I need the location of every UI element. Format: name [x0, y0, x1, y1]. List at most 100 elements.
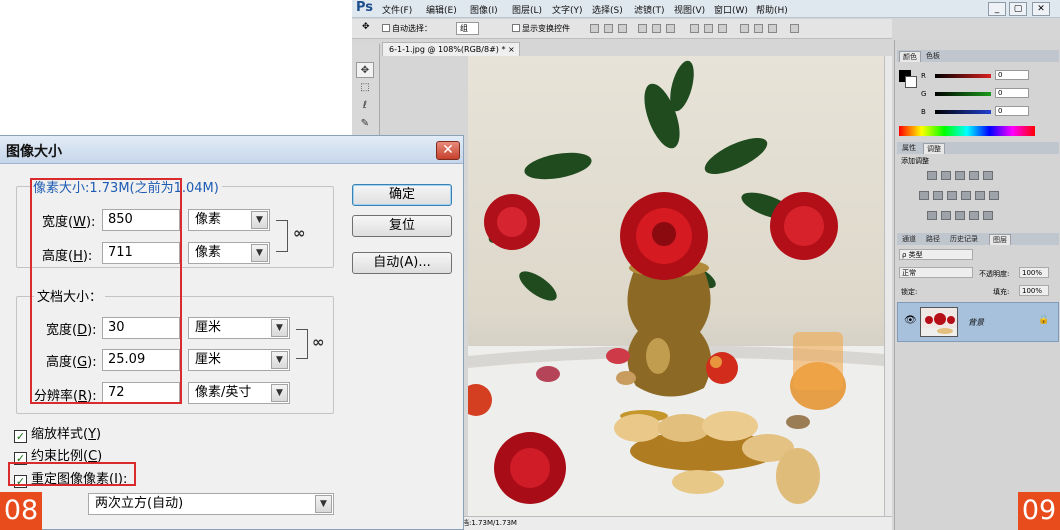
slider-b-label: B — [921, 108, 926, 116]
resample-highlight-frame — [8, 462, 136, 486]
exposure-icon[interactable] — [969, 171, 979, 180]
layer-row-background[interactable]: 👁 背景 🔒 — [897, 302, 1059, 342]
align-top-icon[interactable] — [590, 24, 599, 33]
adjust-panel-tabs: 属性 调整 — [897, 142, 1059, 154]
distribute-middle-icon[interactable] — [704, 24, 713, 33]
tab-properties[interactable]: 属性 — [899, 143, 919, 153]
vibrance-icon[interactable] — [983, 171, 993, 180]
background-color-swatch[interactable] — [905, 76, 917, 88]
ok-button[interactable]: 确定 — [352, 184, 452, 206]
visibility-eye-icon[interactable]: 👁 — [904, 315, 917, 326]
color-balance-icon[interactable] — [933, 191, 943, 200]
canvas-vertical-scrollbar[interactable] — [884, 56, 892, 516]
dialog-titlebar[interactable]: 图像大小 ✕ — [0, 136, 463, 164]
document-canvas[interactable] — [468, 56, 884, 516]
distribute-center-icon[interactable] — [754, 24, 763, 33]
group-select[interactable]: 组 — [456, 22, 479, 35]
auto-select-checkbox[interactable]: 自动选择： — [382, 23, 432, 34]
reset-button[interactable]: 复位 — [352, 215, 452, 237]
fill-label: 填充: — [993, 288, 1010, 296]
auto-button[interactable]: 自动(A)... — [352, 252, 452, 274]
selective-color-icon[interactable] — [983, 211, 993, 220]
document-tab[interactable]: 6-1-1.jpg @ 108%(RGB/8#) * × — [382, 42, 520, 56]
menu-layer[interactable]: 图层(L) — [512, 3, 542, 16]
show-transform-checkbox[interactable]: 显示变换控件 — [512, 23, 570, 34]
add-adjustment-label: 添加调整 — [901, 157, 929, 165]
tab-paths[interactable]: 路径 — [923, 234, 943, 244]
menu-select[interactable]: 选择(S) — [592, 3, 623, 16]
tab-channels[interactable]: 通道 — [899, 234, 919, 244]
red-value-field[interactable]: 0 — [995, 70, 1029, 80]
menu-filter[interactable]: 滤镜(T) — [634, 3, 665, 16]
fill-field[interactable]: 100% — [1019, 285, 1049, 296]
doc-width-unit-select[interactable]: 厘米 ▼ — [188, 317, 290, 339]
blue-slider[interactable] — [935, 110, 991, 114]
color-spectrum-bar[interactable] — [899, 126, 1035, 136]
chevron-down-icon: ▼ — [251, 211, 268, 229]
menu-view[interactable]: 视图(V) — [674, 3, 705, 16]
quick-select-tool-icon[interactable]: ✎ — [356, 116, 374, 132]
align-right-icon[interactable] — [666, 24, 675, 33]
move-tool-icon[interactable]: ✥ — [362, 22, 371, 32]
red-slider[interactable] — [935, 74, 991, 78]
align-left-icon[interactable] — [638, 24, 647, 33]
auto-align-icon[interactable] — [790, 24, 799, 33]
distribute-left-icon[interactable] — [740, 24, 749, 33]
close-icon[interactable]: ✕ — [436, 141, 460, 160]
lasso-tool-icon[interactable]: ℓ — [356, 98, 374, 114]
tab-color[interactable]: 颜色 — [899, 51, 921, 62]
blend-mode-select[interactable]: 正常 — [899, 267, 973, 278]
photo-filter-icon[interactable] — [961, 191, 971, 200]
scale-styles-checkbox[interactable]: ✓ 缩放样式(Y) — [14, 423, 101, 443]
slider-b: B — [921, 108, 926, 116]
gradient-map-icon[interactable] — [969, 211, 979, 220]
green-value-field[interactable]: 0 — [995, 88, 1029, 98]
layer-kind-filter[interactable]: ρ 类型 — [899, 249, 973, 260]
levels-icon[interactable] — [941, 171, 951, 180]
menu-image[interactable]: 图像(I) — [470, 3, 498, 16]
tab-history[interactable]: 历史记录 — [947, 234, 981, 244]
distribute-bottom-icon[interactable] — [718, 24, 727, 33]
move-tool-icon[interactable]: ✥ — [356, 62, 374, 78]
menu-type[interactable]: 文字(Y) — [552, 3, 583, 16]
doc-size-status: 档:1.73M/1.73M — [462, 519, 517, 527]
pixel-width-unit-select[interactable]: 像素 ▼ — [188, 209, 270, 231]
invert-icon[interactable] — [927, 211, 937, 220]
brightness-icon[interactable] — [927, 171, 937, 180]
curves-icon[interactable] — [955, 171, 965, 180]
step-badge-09: 09 — [1018, 492, 1060, 530]
distribute-right-icon[interactable] — [768, 24, 777, 33]
color-lookup-icon[interactable] — [989, 191, 999, 200]
auto-select-label: 自动选择： — [392, 24, 432, 33]
resolution-unit-select[interactable]: 像素/英寸 ▼ — [188, 382, 290, 404]
doc-height-unit-select[interactable]: 厘米 ▼ — [188, 349, 290, 371]
blue-value-field[interactable]: 0 — [995, 106, 1029, 116]
hue-saturation-icon[interactable] — [919, 191, 929, 200]
menu-help[interactable]: 帮助(H) — [756, 3, 788, 16]
menu-edit[interactable]: 编辑(E) — [426, 3, 457, 16]
tab-layers[interactable]: 图层 — [989, 234, 1011, 245]
tab-adjustments[interactable]: 调整 — [923, 143, 945, 154]
posterize-icon[interactable] — [941, 211, 951, 220]
opacity-field[interactable]: 100% — [1019, 267, 1049, 278]
menu-window[interactable]: 窗口(W) — [714, 3, 748, 16]
close-window-button[interactable]: ✕ — [1032, 2, 1050, 16]
align-middle-icon[interactable] — [604, 24, 613, 33]
minimize-button[interactable]: _ — [988, 2, 1006, 16]
tab-swatches[interactable]: 色板 — [923, 51, 943, 61]
distribute-top-icon[interactable] — [690, 24, 699, 33]
chain-link-icon: ∞ — [312, 333, 325, 351]
green-slider[interactable] — [935, 92, 991, 96]
resample-method-select[interactable]: 两次立方(自动) ▼ — [88, 493, 334, 515]
align-center-icon[interactable] — [652, 24, 661, 33]
restore-button[interactable]: ▢ — [1009, 2, 1027, 16]
slider-r-label: R — [921, 72, 926, 80]
threshold-icon[interactable] — [955, 211, 965, 220]
channel-mixer-icon[interactable] — [975, 191, 985, 200]
pixel-height-unit-select[interactable]: 像素 ▼ — [188, 242, 270, 264]
marquee-tool-icon[interactable]: ⬚ — [356, 80, 374, 96]
menu-file[interactable]: 文件(F) — [382, 3, 412, 16]
black-white-icon[interactable] — [947, 191, 957, 200]
layer-lock-icon: 🔒 — [1038, 315, 1050, 325]
align-bottom-icon[interactable] — [618, 24, 627, 33]
